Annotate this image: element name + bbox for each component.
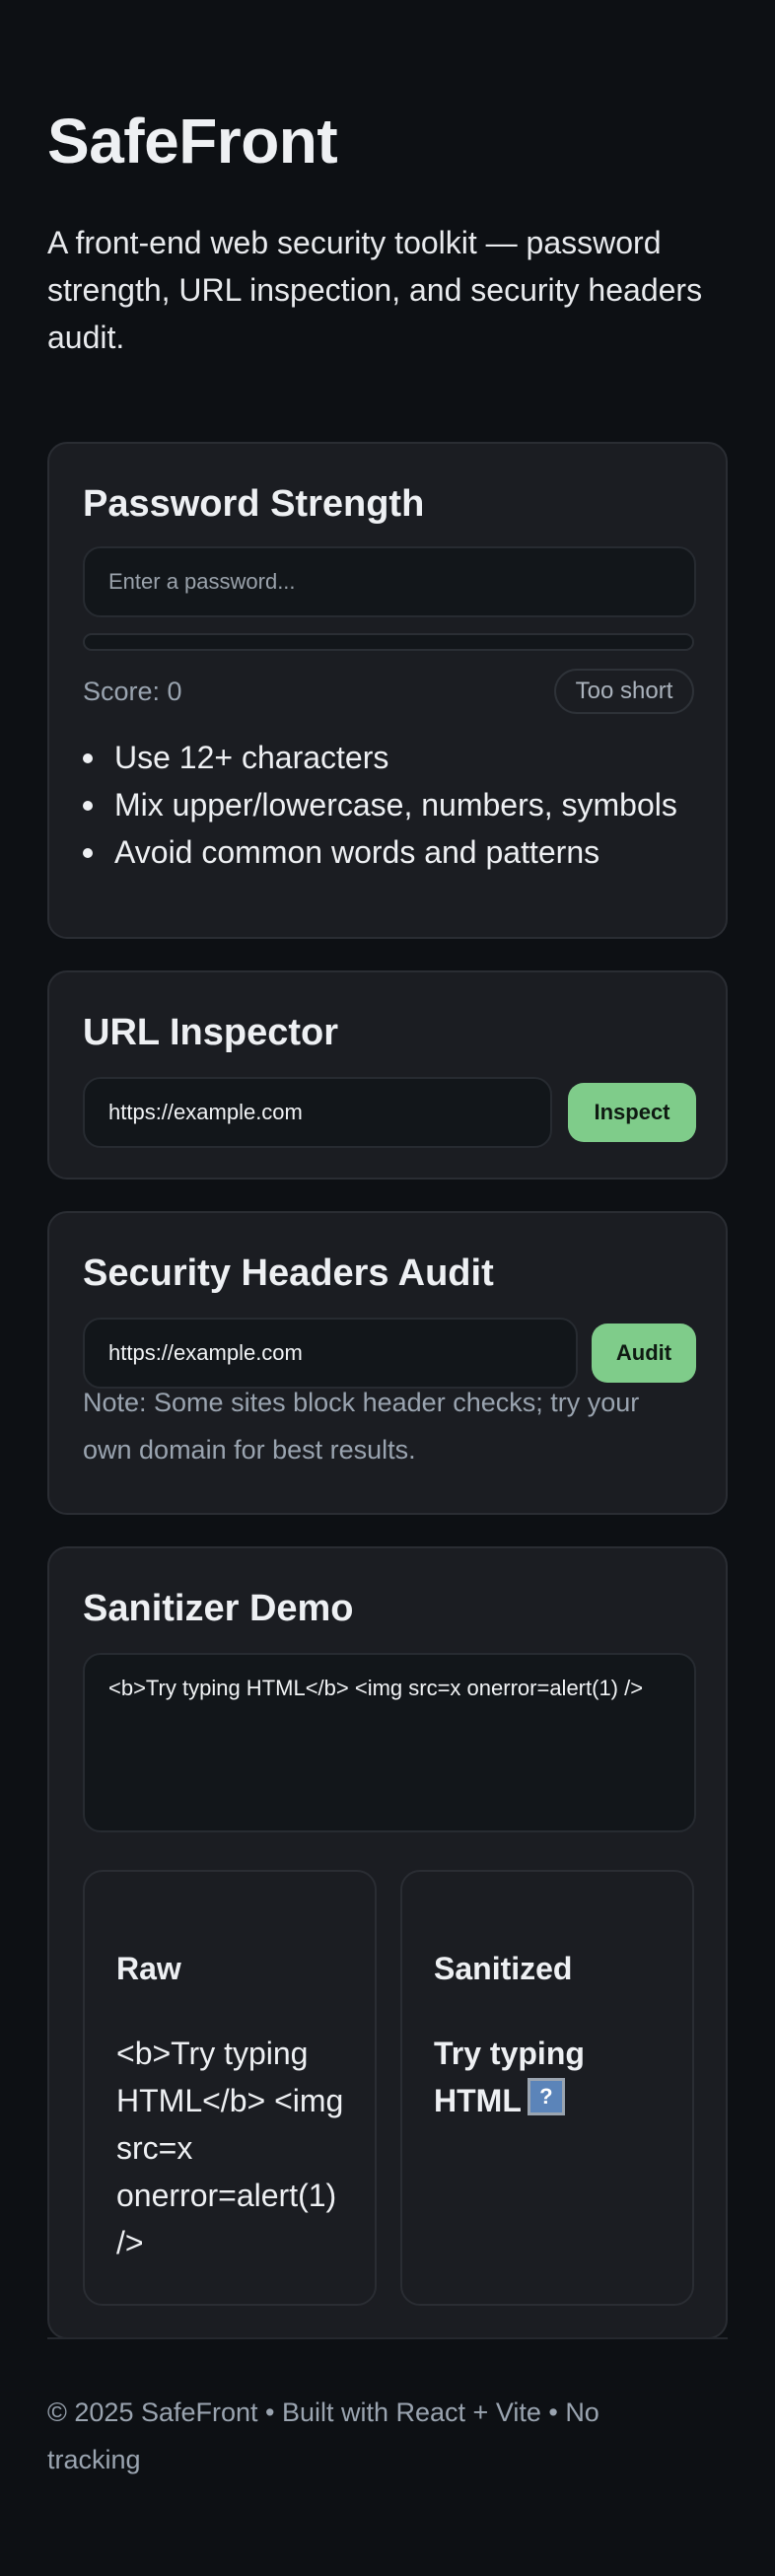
password-input[interactable]: Enter a password... bbox=[83, 546, 696, 617]
inspect-button[interactable]: Inspect bbox=[568, 1083, 696, 1142]
raw-output: <b>Try typing HTML</b> <img src=x onerro… bbox=[116, 2036, 344, 2260]
sanitized-output-pane: Sanitized Try typing HTML bbox=[400, 1870, 694, 2306]
strength-meter bbox=[83, 633, 694, 651]
sanitizer-card: Sanitizer Demo <b>Try typing HTML</b> <i… bbox=[47, 1546, 728, 2339]
app-subtitle: A front-end web security toolkit — passw… bbox=[47, 225, 703, 355]
sanitized-output: Try typing HTML bbox=[434, 2030, 670, 2124]
footer-divider bbox=[47, 2337, 728, 2339]
url-inspector-card: URL Inspector https://example.com Inspec… bbox=[47, 970, 728, 1180]
security-headers-card: Security Headers Audit https://example.c… bbox=[47, 1211, 728, 1515]
password-strength-card: Password Strength Enter a password... Sc… bbox=[47, 442, 728, 939]
security-headers-heading: Security Headers Audit bbox=[83, 1252, 494, 1294]
score-label: Score: 0 bbox=[83, 677, 182, 706]
password-strength-heading: Password Strength bbox=[83, 483, 425, 525]
app-title: SafeFront bbox=[47, 106, 338, 177]
html-input-textarea[interactable]: <b>Try typing HTML</b> <img src=x onerro… bbox=[83, 1653, 696, 1832]
list-item: Mix upper/lowercase, numbers, symbols bbox=[83, 781, 677, 828]
sanitized-heading: Sanitized bbox=[434, 1951, 573, 1986]
raw-output-pane: Raw <b>Try typing HTML</b> <img src=x on… bbox=[83, 1870, 377, 2306]
strength-badge: Too short bbox=[554, 669, 694, 714]
audit-button[interactable]: Audit bbox=[592, 1324, 696, 1383]
sanitizer-heading: Sanitizer Demo bbox=[83, 1588, 354, 1629]
list-item: Avoid common words and patterns bbox=[83, 828, 677, 876]
url-input[interactable]: https://example.com bbox=[83, 1077, 552, 1148]
audit-note: Note: Some sites block header checks; tr… bbox=[83, 1388, 640, 1465]
list-item: Use 12+ characters bbox=[83, 734, 677, 781]
password-tips-list: Use 12+ characters Mix upper/lowercase, … bbox=[83, 734, 677, 876]
footer: © 2025 SafeFront • Built with React + Vi… bbox=[47, 2397, 599, 2474]
url-inspector-heading: URL Inspector bbox=[83, 1012, 339, 1053]
raw-heading: Raw bbox=[116, 1951, 181, 1986]
broken-image-icon bbox=[527, 2078, 565, 2115]
